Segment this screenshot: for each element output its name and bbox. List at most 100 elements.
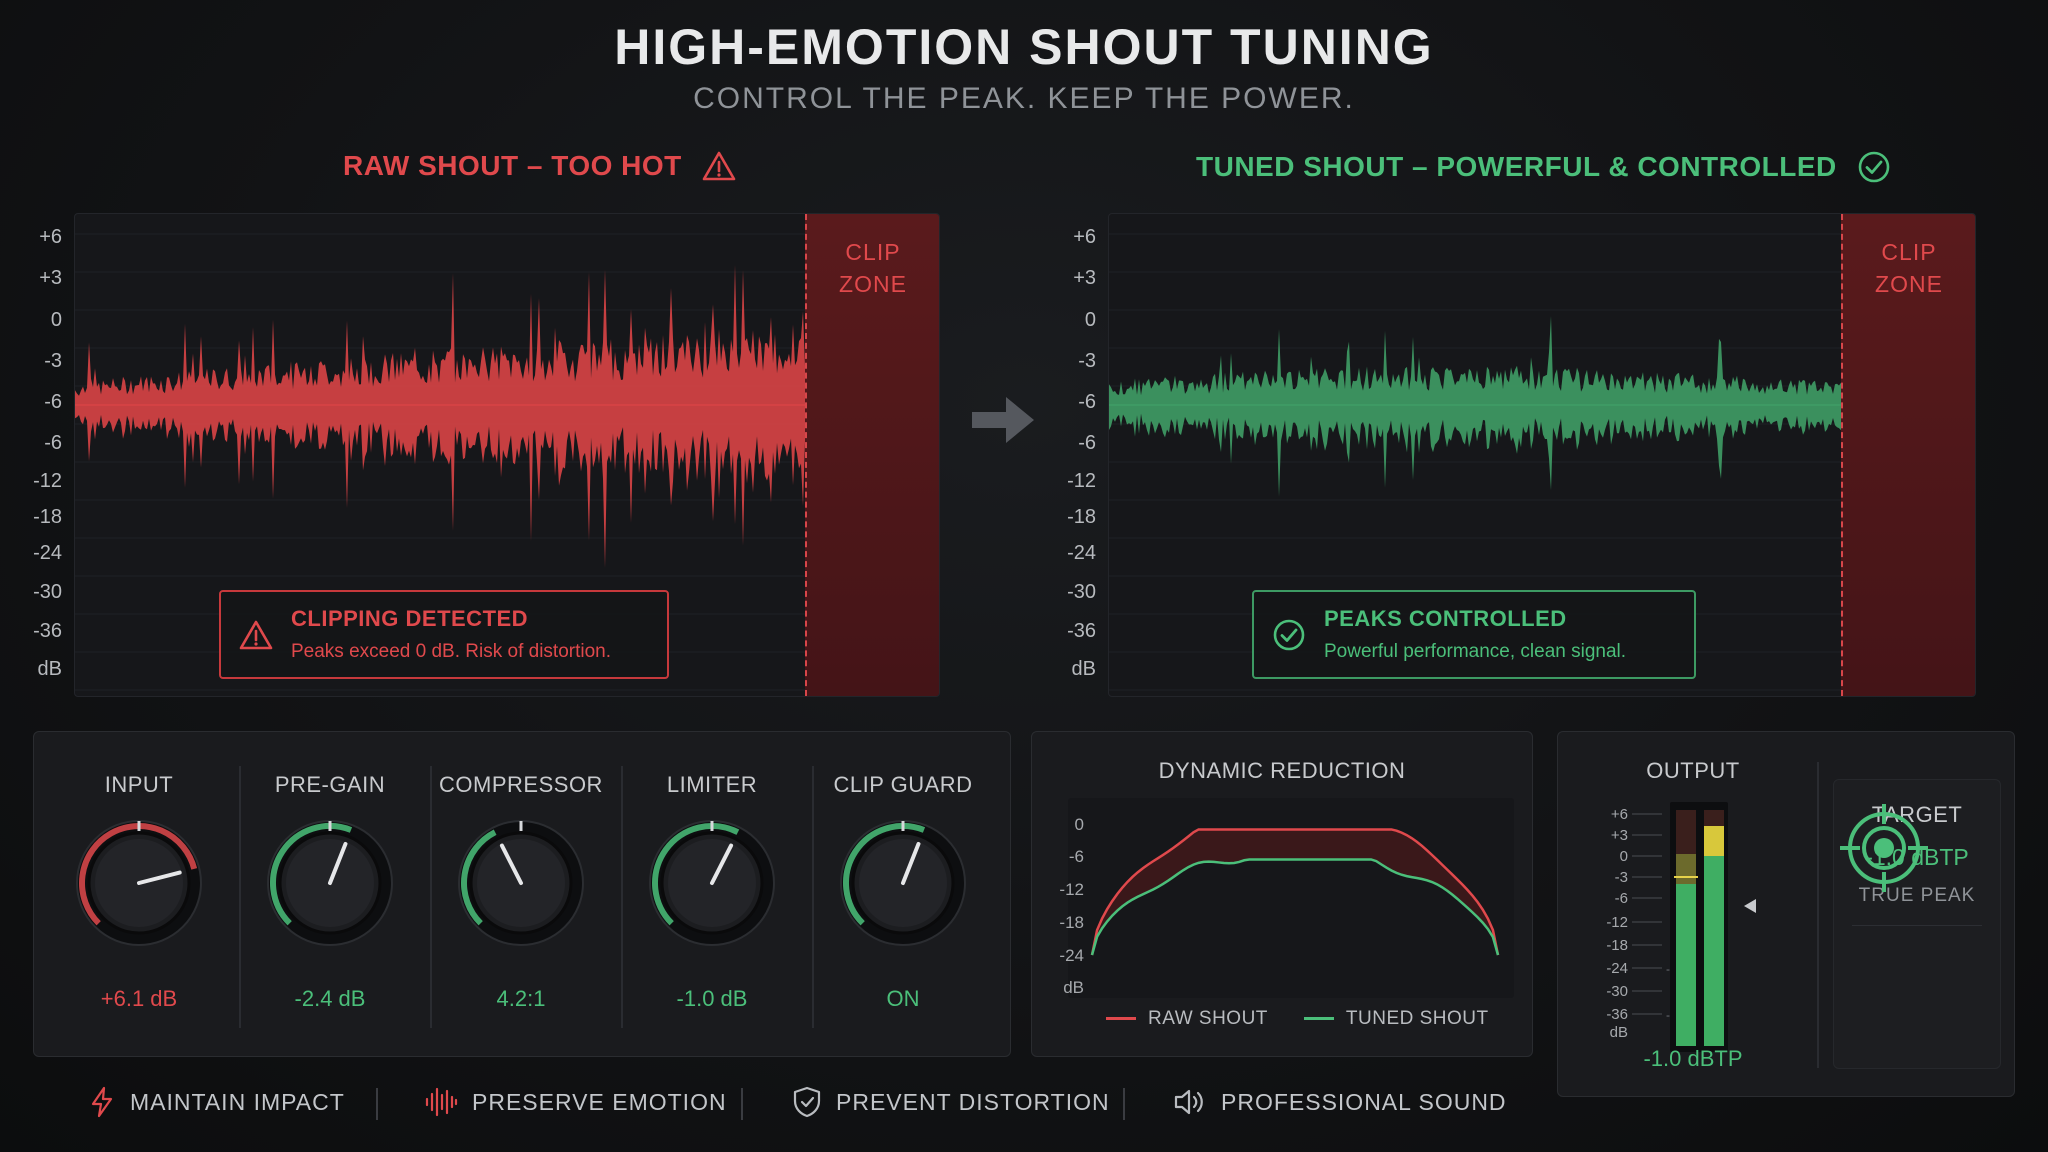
chart-tick-label: -6 [1069,847,1084,866]
control-compressor: COMPRESSOR 4.2:1 [426,732,616,1058]
knob[interactable] [264,817,396,949]
meter-target-marker [1744,899,1756,913]
output-meter: +6+30-3-6-12-18-24-30-36dB-24-36 [1606,802,1756,1052]
feature-divider [1123,1088,1125,1120]
db-tick-label: -24 [33,542,62,564]
control-name: INPUT [104,772,174,797]
clipping-alert-title: CLIPPING DETECTED [291,606,529,631]
raw-clip-zone: CLIP ZONE [805,214,939,696]
control-value: -2.4 dB [294,986,366,1011]
feature-label: PROFESSIONAL SOUND [1221,1088,1507,1115]
target-icon [1840,804,1928,892]
meter-tick-label: -12 [1606,914,1628,931]
chart-tick-label: 0 [1075,815,1084,834]
feature-divider [741,1088,743,1120]
meter-tick-label: +6 [1611,806,1628,823]
db-tick-label: -36 [1067,620,1096,642]
db-tick-label: -24 [1067,542,1096,564]
meter-bar-fill [1704,856,1724,1046]
knob[interactable] [455,817,587,949]
meter-tick-label: -30 [1606,983,1628,1000]
output-divider [1817,762,1819,1068]
check-circle-icon [1273,619,1305,650]
db-tick-label: -12 [1067,470,1096,492]
db-tick-label: -12 [33,470,62,492]
control-limiter: LIMITER -1.0 dB [617,732,807,1058]
db-tick-label: dB [37,658,62,680]
knob[interactable] [73,817,205,949]
legend-raw-label: RAW SHOUT [1148,1008,1268,1029]
raw-panel-title: RAW SHOUT – TOO HOT [343,150,736,182]
chart-tick-label: -24 [1059,946,1084,965]
target-separator [1852,925,1982,926]
control-input: INPUT +6.1 dB [44,732,234,1058]
control-value: ON [886,986,920,1011]
control-name: LIMITER [666,772,758,797]
dynamic-reduction-legend: RAW SHOUT TUNED SHOUT [1106,1008,1489,1030]
raw-clip-label-line2: ZONE [839,271,907,297]
tuned-clip-zone-label: CLIP ZONE [1843,236,1975,300]
page-subtitle: CONTROL THE PEAK. KEEP THE POWER. [693,82,1355,115]
speaker-icon [1174,1089,1203,1115]
bolt-icon [91,1086,113,1118]
feature-label: MAINTAIN IMPACT [130,1088,345,1115]
control-name: PRE-GAIN [274,772,386,797]
db-tick-label: -30 [1067,581,1096,603]
meter-tick-label: -36 [1606,1006,1628,1023]
meter-bar-peak [1676,854,1696,884]
warning-icon [702,151,736,181]
peaks-alert-title: PEAKS CONTROLLED [1324,606,1567,631]
raw-clip-label-line1: CLIP [845,239,901,265]
db-tick-label: -3 [1078,350,1096,372]
tuned-clip-label-line2: ZONE [1875,271,1943,297]
meter-tick-label: -6 [1615,890,1628,907]
peaks-controlled-alert: PEAKS CONTROLLED Powerful performance, c… [1252,590,1696,679]
knob[interactable] [837,817,969,949]
db-tick-label: +6 [39,226,62,248]
chart-tick-label: dB [1063,978,1084,997]
clipping-alert: CLIPPING DETECTED Peaks exceed 0 dB. Ris… [219,590,669,679]
chart-tick-label: -18 [1059,913,1084,932]
db-tick-label: -36 [33,620,62,642]
peaks-alert-text: Powerful performance, clean signal. [1324,641,1627,662]
chart-tick-label: -12 [1059,880,1084,899]
legend-tuned-label: TUNED SHOUT [1345,1008,1489,1029]
waveform-icon [425,1087,458,1117]
db-tick-label: 0 [50,309,62,331]
meter-tick-label: -3 [1615,869,1628,886]
waveform-shape [1109,316,1843,497]
feature-divider [376,1088,378,1120]
db-tick-label: -6 [44,432,62,454]
control-name: COMPRESSOR [439,772,603,797]
output-panel: OUTPUT +6+30-3-6-12-18-24-30-36dB-24-36 … [1557,731,2015,1097]
output-value: -1.0 dBTP [1643,1046,1743,1071]
db-tick-label: -3 [44,350,62,372]
meter-tick-label: -24 [1606,960,1628,977]
tuned-panel-title: TUNED SHOUT – POWERFUL & CONTROLLED [1196,150,1891,184]
raw-panel-title-text: RAW SHOUT – TOO HOT [343,150,682,181]
knob[interactable] [646,817,778,949]
control-clip-guard: CLIP GUARD ON [808,732,998,1058]
feature-professional-sound: PROFESSIONAL SOUND [1173,1086,1507,1118]
clipping-alert-text: Peaks exceed 0 dB. Risk of distortion. [291,641,611,662]
feature-maintain-impact: MAINTAIN IMPACT [88,1086,345,1118]
db-tick-label: dB [1071,658,1096,680]
db-tick-label: -6 [44,391,62,413]
control-value: 4.2:1 [496,986,546,1011]
legend-raw: RAW SHOUT [1106,1008,1268,1030]
feature-preserve-emotion: PRESERVE EMOTION [424,1086,727,1118]
db-tick-label: 0 [1084,309,1096,331]
dynamic-reduction-panel: DYNAMIC REDUCTION 0 -6 -12 -18 -24 dB RAW SHO… [1031,731,1533,1057]
db-tick-label: +3 [39,267,62,289]
meter-tick-label: 0 [1620,848,1628,865]
arrow-right-icon [972,397,1034,443]
legend-tuned: TUNED SHOUT [1303,1008,1489,1030]
meter-tick-label: -18 [1606,937,1628,954]
processing-controls-panel: INPUT +6.1 dB PRE-GAIN -2.4 dB COMPRESSOR 4.2… [33,731,1011,1057]
raw-clip-zone-label: CLIP ZONE [807,236,939,300]
db-tick-label: -30 [33,581,62,603]
db-tick-label: +6 [1073,226,1096,248]
feature-label: PREVENT DISTORTION [836,1088,1110,1115]
control-pre-gain: PRE-GAIN -2.4 dB [235,732,425,1058]
feature-label: PRESERVE EMOTION [472,1088,727,1115]
